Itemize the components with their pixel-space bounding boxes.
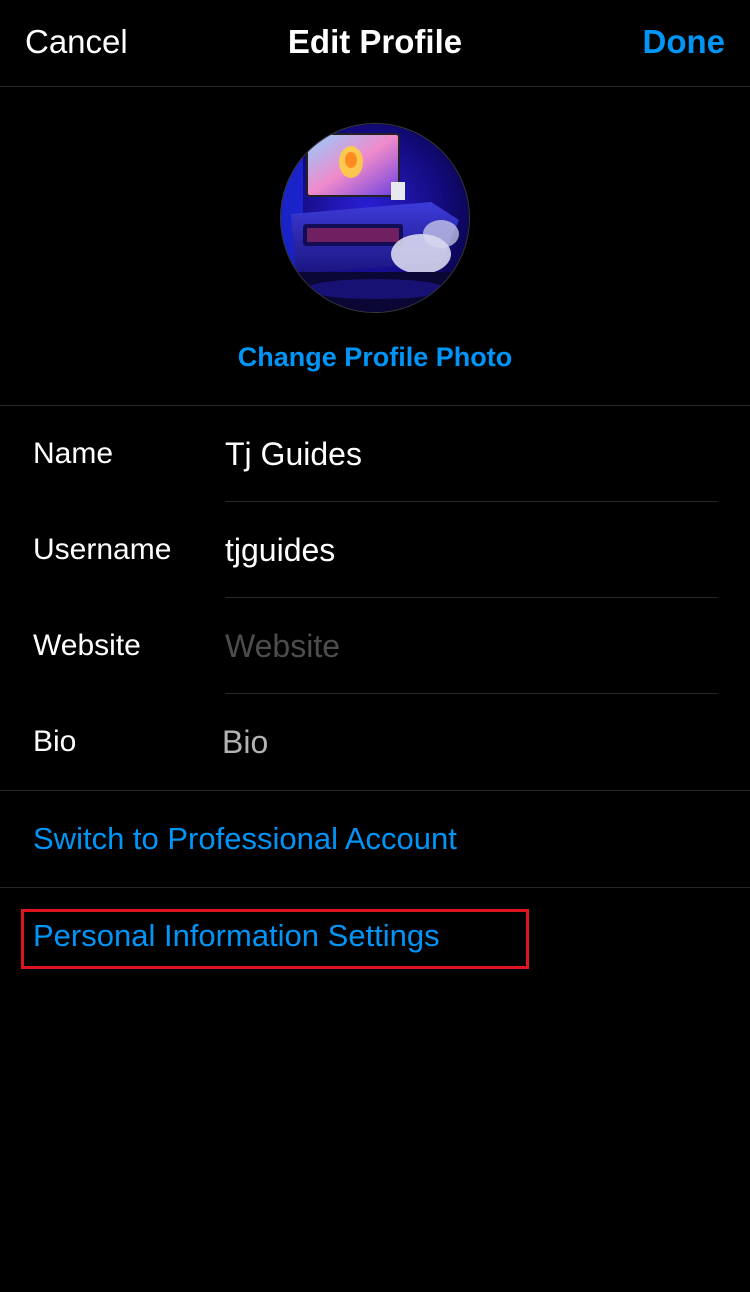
personal-info-row: Personal Information Settings (0, 888, 750, 984)
page-title: Edit Profile (287, 23, 463, 60)
website-row: Website Website (0, 598, 750, 694)
username-row: Username (0, 502, 750, 598)
name-field[interactable] (225, 434, 718, 474)
username-field[interactable] (225, 530, 718, 570)
website-field[interactable]: Website (225, 626, 718, 666)
name-row: Name (0, 406, 750, 502)
name-label: Name (33, 437, 114, 470)
avatar[interactable] (280, 123, 470, 313)
personal-information-settings-link[interactable]: Personal Information Settings (33, 916, 440, 956)
bio-field[interactable]: Bio (222, 722, 715, 762)
change-profile-photo-link[interactable]: Change Profile Photo (0, 339, 750, 375)
username-label: Username (33, 533, 172, 566)
profile-fields: Name Username Website Website Bio Bio (0, 406, 750, 791)
professional-account-row: Switch to Professional Account (0, 791, 750, 888)
profile-photo-section: Change Profile Photo (0, 87, 750, 406)
website-label: Website (33, 629, 141, 662)
done-button[interactable]: Done (643, 20, 726, 64)
navigation-bar: Cancel Edit Profile Done (0, 0, 750, 87)
bio-row: Bio Bio (0, 694, 750, 790)
bio-label: Bio (33, 725, 77, 758)
avatar-image (281, 124, 469, 312)
switch-to-professional-link[interactable]: Switch to Professional Account (33, 819, 457, 859)
